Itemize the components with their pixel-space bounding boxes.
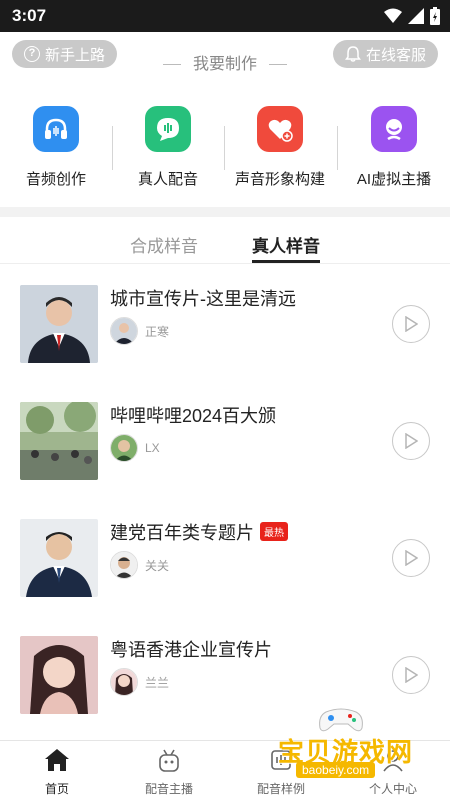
feature-ai-anchor[interactable]: AI虚拟主播 bbox=[338, 106, 450, 189]
feature-label: 声音形象构建 bbox=[234, 171, 325, 188]
item-title: 城市宣传片-这里是清远 bbox=[110, 285, 296, 311]
tab-active-indicator bbox=[252, 260, 320, 263]
play-icon bbox=[405, 316, 418, 332]
play-button[interactable] bbox=[392, 539, 430, 577]
play-button[interactable] bbox=[392, 422, 430, 460]
play-button[interactable] bbox=[392, 305, 430, 343]
item-title-text: 哔哩哔哩2024百大颁 bbox=[110, 406, 277, 426]
item-author: LX bbox=[110, 434, 160, 462]
item-thumbnail bbox=[20, 636, 98, 714]
status-bar: 3:07 bbox=[0, 0, 450, 32]
gamepad-icon bbox=[319, 708, 363, 732]
wifi-icon bbox=[384, 8, 402, 23]
item-thumbnail bbox=[20, 519, 98, 597]
author-name: 正寒 bbox=[145, 324, 170, 339]
item-author: 兰兰 bbox=[110, 668, 169, 696]
list-item[interactable]: 城市宣传片-这里是清远 正寒 bbox=[0, 285, 450, 365]
avatar bbox=[110, 434, 138, 462]
bell-icon bbox=[344, 46, 361, 62]
item-title-text: 粤语香港企业宣传片 bbox=[110, 640, 272, 660]
play-icon bbox=[405, 667, 418, 683]
item-title-text: 城市宣传片-这里是清远 bbox=[110, 289, 296, 309]
top-bar: ? 新手上路 我要制作 在线客服 bbox=[0, 40, 450, 73]
item-thumbnail bbox=[20, 285, 98, 363]
feature-label: 真人配音 bbox=[137, 171, 198, 188]
author-name: 兰兰 bbox=[145, 675, 170, 690]
list-item[interactable]: 哔哩哔哩2024百大颁 LX bbox=[0, 402, 450, 482]
online-service-button[interactable]: 在线客服 bbox=[332, 40, 438, 68]
item-author: 正寒 bbox=[110, 317, 169, 345]
item-title: 建党百年类专题片 最热 bbox=[110, 519, 288, 545]
page-title-text: 我要制作 bbox=[192, 56, 257, 73]
author-name: 关关 bbox=[145, 558, 170, 573]
chat-voice-icon bbox=[145, 106, 191, 152]
avatar bbox=[110, 551, 138, 579]
status-icons bbox=[384, 7, 440, 25]
section-gap bbox=[0, 207, 450, 217]
heart-voice-icon bbox=[257, 106, 303, 152]
site-watermark: 宝贝游戏网 baobeiy.com bbox=[268, 700, 448, 790]
status-time: 3:07 bbox=[12, 6, 47, 25]
feature-label: AI虚拟主播 bbox=[356, 171, 432, 188]
nav-label: 首页 bbox=[44, 782, 69, 796]
feature-audio-creation[interactable]: 音频创作 bbox=[0, 106, 112, 189]
item-author: 关关 bbox=[110, 551, 169, 579]
signal-icon bbox=[408, 8, 424, 24]
item-title: 粤语香港企业宣传片 bbox=[110, 636, 272, 662]
item-title: 哔哩哔哩2024百大颁 bbox=[110, 402, 276, 428]
avatar bbox=[110, 317, 138, 345]
feature-label: 音频创作 bbox=[25, 171, 86, 188]
anchor-icon bbox=[159, 749, 179, 772]
hot-badge: 最热 bbox=[260, 522, 288, 541]
item-thumbnail bbox=[20, 402, 98, 480]
play-icon bbox=[405, 550, 418, 566]
feature-grid: 音频创作 真人配音 声音形象构建 AI虚拟主播 bbox=[0, 106, 450, 196]
nav-label: 配音主播 bbox=[144, 782, 193, 796]
list-item[interactable]: 建党百年类专题片 最热 关关 bbox=[0, 519, 450, 599]
online-service-label: 在线客服 bbox=[365, 46, 426, 64]
watermark-url: baobeiy.com bbox=[296, 762, 376, 778]
headphones-icon bbox=[33, 106, 79, 152]
feature-voice-image[interactable]: 声音形象构建 bbox=[224, 106, 336, 189]
tab-synthetic-samples[interactable]: 合成样音 bbox=[130, 232, 198, 257]
author-name: LX bbox=[145, 441, 160, 455]
avatar bbox=[110, 668, 138, 696]
virtual-anchor-icon bbox=[371, 106, 417, 152]
tab-human-samples[interactable]: 真人样音 bbox=[252, 232, 320, 257]
home-icon bbox=[45, 749, 69, 771]
play-icon bbox=[405, 433, 418, 449]
sample-tabs: 合成样音 真人样音 bbox=[0, 218, 450, 264]
item-title-text: 建党百年类专题片 bbox=[110, 523, 254, 543]
nav-anchors[interactable]: 配音主播 bbox=[124, 747, 214, 797]
play-button[interactable] bbox=[392, 656, 430, 694]
feature-human-dubbing[interactable]: 真人配音 bbox=[112, 106, 224, 189]
battery-icon bbox=[430, 7, 440, 25]
nav-home[interactable]: 首页 bbox=[12, 747, 102, 797]
